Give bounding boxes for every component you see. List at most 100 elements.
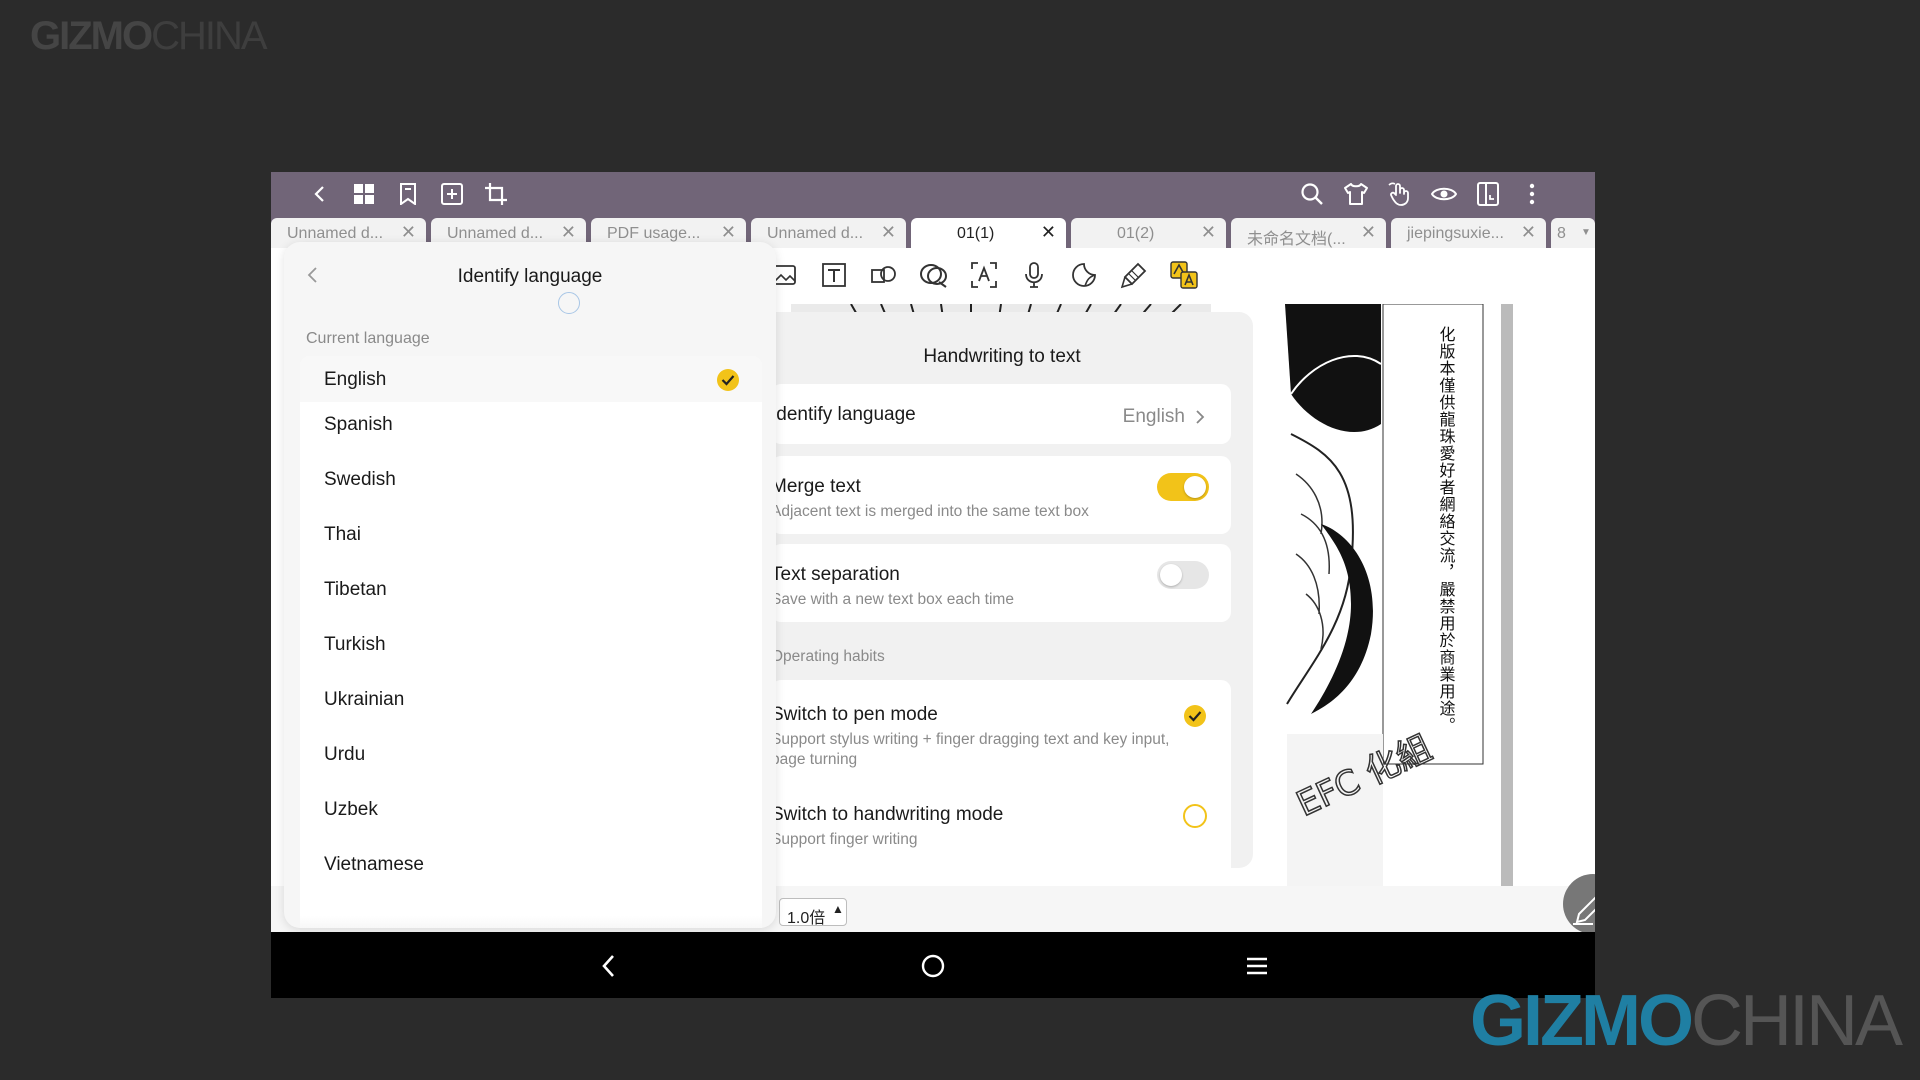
nav-back-icon[interactable] [591,948,627,984]
shirt-icon[interactable] [1341,179,1371,209]
more-icon[interactable] [1517,179,1547,209]
operating-habits-heading: Operating habits [771,648,885,665]
pen-mode-option[interactable]: Switch to pen mode Support stylus writin… [771,680,1231,780]
close-icon[interactable]: ✕ [1361,222,1376,243]
identify-language-label: Identify language [771,404,916,425]
language-item-turkish[interactable]: Turkish [300,621,762,667]
language-label: Tibetan [324,579,387,600]
watermark-bottom-part2: CHINA [1690,981,1903,1061]
language-item-uzbek[interactable]: Uzbek [300,786,762,832]
nav-home-icon[interactable] [915,948,951,984]
watermark-top: GIZMOCHINA [30,14,268,59]
close-icon[interactable]: ✕ [721,222,736,243]
language-label: Thai [324,524,361,545]
ocr-icon[interactable] [967,258,1001,292]
hand-icon[interactable] [1385,179,1415,209]
tablet-screen: Unnamed d... ✕ Unnamed d... ✕ PDF usage...… [271,172,1595,998]
shapes-icon[interactable] [867,258,901,292]
tab-01-1[interactable]: 01(1) ✕ [911,218,1066,248]
current-language-heading: Current language [306,330,430,347]
close-icon[interactable]: ✕ [1041,222,1056,243]
language-label: English [324,369,387,390]
tab-label: Unnamed d... [767,225,864,242]
system-navigation-bar [271,932,1595,998]
language-list: English Spanish Swedish Thai Tibetan Tur… [300,356,762,928]
language-label: Swedish [324,469,396,490]
handwriting-mode-desc: Support finger writing [771,831,918,848]
radio-unselected-icon [1183,804,1207,828]
pen-fab-button[interactable] [1563,874,1595,934]
tab-label: Unnamed d... [447,225,544,242]
language-item-english[interactable]: English [300,356,762,402]
language-label: Ukrainian [324,689,405,710]
close-icon[interactable]: ✕ [1201,222,1216,243]
close-icon[interactable]: ✕ [881,222,896,243]
language-item-vietnamese[interactable]: Vietnamese [300,841,762,887]
language-item-ukrainian[interactable]: Ukrainian [300,676,762,722]
highlighter-icon[interactable] [1117,258,1151,292]
checkmark-icon [717,369,739,391]
checkmark-icon [1184,705,1206,727]
identify-language-row[interactable]: Identify language English [771,384,1231,444]
text-separation-label: Text separation [771,564,900,585]
crop-icon[interactable] [481,179,511,209]
nav-menu-icon[interactable] [1239,948,1275,984]
text-box-icon[interactable] [817,258,851,292]
identify-language-panel: Identify language Current language Engli… [284,242,776,928]
tab-label: 01(1) [957,225,995,242]
tab-chinese-doc[interactable]: 未命名文档(... ✕ [1231,218,1386,248]
handwriting-mode-label: Switch to handwriting mode [771,804,1004,825]
language-label: Turkish [324,634,386,655]
language-item-tibetan[interactable]: Tibetan [300,566,762,612]
pen-mode-label: Switch to pen mode [771,704,938,725]
tab-unnamed-3[interactable]: Unnamed d... ✕ [751,218,906,248]
language-label: Vietnamese [324,854,424,875]
text-separation-toggle[interactable] [1157,561,1209,589]
close-icon[interactable]: ✕ [561,222,576,243]
identify-language-value: English [1122,406,1185,427]
close-icon[interactable]: ✕ [401,222,416,243]
bookmark-icon[interactable] [393,179,423,209]
language-item-urdu[interactable]: Urdu [300,731,762,777]
merge-text-label: Merge text [771,476,861,497]
tab-label: PDF usage... [607,225,701,242]
toggle-knob [1184,476,1206,498]
chevron-up-icon: ▲ [832,902,844,916]
list-bottom-fade [300,916,762,928]
tab-count-dropdown[interactable]: 8 ▼ [1551,218,1595,248]
lasso-icon[interactable] [917,258,951,292]
watermark-top-part2: CHINA [151,14,267,58]
manga-vertical-text: 化版本僅供龍珠愛好者網絡交流，嚴禁用於商業用途。 [1437,326,1456,734]
chevron-right-icon [1196,410,1205,424]
zoom-selector[interactable]: 1.0倍 ▲ [779,898,847,927]
tab-01-2[interactable]: 01(2) ✕ [1071,218,1226,248]
search-icon[interactable] [1297,179,1327,209]
close-icon[interactable]: ✕ [1521,222,1536,243]
sticker-icon[interactable] [1067,258,1101,292]
tab-jiepingsuxie[interactable]: jiepingsuxie... ✕ [1391,218,1546,248]
add-page-icon[interactable] [437,179,467,209]
eye-icon[interactable] [1429,179,1459,209]
language-item-swedish[interactable]: Swedish [300,456,762,502]
panel-title: Handwriting to text [923,346,1081,367]
watermark-top-part1: GIZMO [30,14,153,58]
back-icon[interactable] [305,179,335,209]
chevron-down-icon: ▼ [1581,227,1591,238]
merge-text-toggle[interactable] [1157,473,1209,501]
loading-spinner-icon [558,292,580,314]
language-label: Uzbek [324,799,378,820]
tab-label: Unnamed d... [287,225,384,242]
language-item-thai[interactable]: Thai [300,511,762,557]
handwriting-to-text-icon[interactable] [1167,258,1201,292]
handwriting-mode-option[interactable]: Switch to handwriting mode Support finge… [771,780,1231,868]
merge-text-row: Merge text Adjacent text is merged into … [771,456,1231,534]
grid-icon[interactable] [349,179,379,209]
language-item-spanish[interactable]: Spanish [300,401,762,447]
language-label: Spanish [324,414,393,435]
split-view-icon[interactable] [1473,179,1503,209]
merge-text-desc: Adjacent text is merged into the same te… [771,503,1089,520]
toggle-knob [1160,564,1182,586]
handwriting-to-text-panel: Handwriting to text Identify language En… [751,312,1253,868]
microphone-icon[interactable] [1017,258,1051,292]
tab-label: 01(2) [1117,225,1155,242]
